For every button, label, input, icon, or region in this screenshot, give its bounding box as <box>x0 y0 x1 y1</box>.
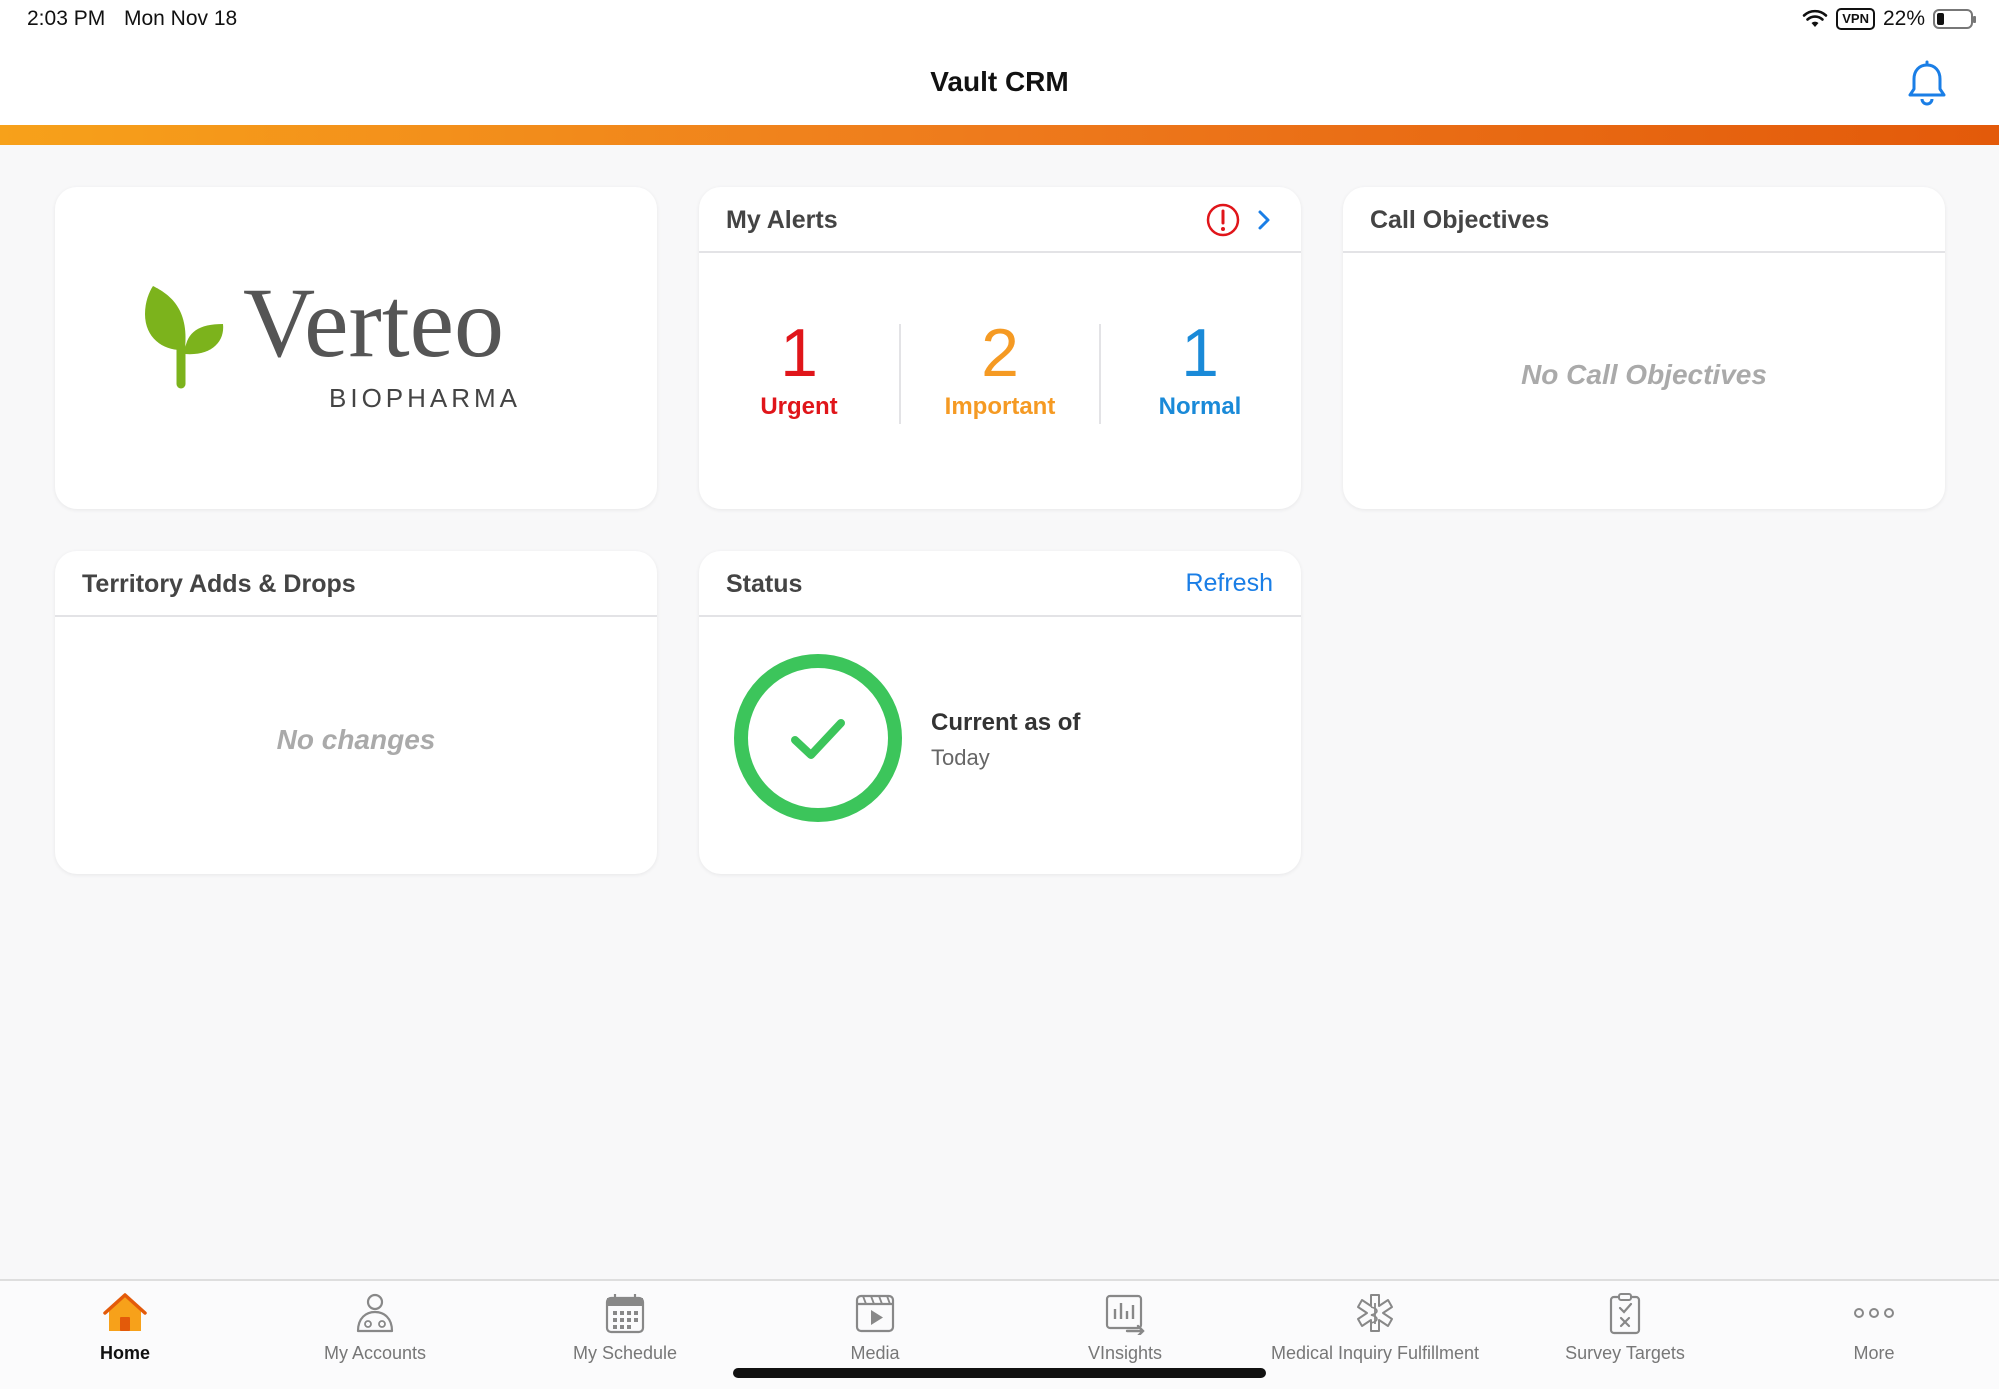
chevron-right-icon[interactable] <box>1254 205 1274 235</box>
tab-survey-targets[interactable]: Survey Targets <box>1500 1281 1750 1389</box>
status-date: Mon Nov 18 <box>124 7 238 30</box>
tab-medical-inquiry[interactable]: Medical Inquiry Fulfillment <box>1250 1281 1500 1389</box>
tab-label: Medical Inquiry Fulfillment <box>1270 1343 1480 1363</box>
battery-percent: 22% <box>1882 7 1925 30</box>
alert-exclamation-icon <box>1206 203 1240 237</box>
alert-normal[interactable]: 1 Normal <box>1100 317 1300 421</box>
alert-label: Normal <box>1158 393 1242 420</box>
call-objectives-header: Call Objectives <box>1343 187 1945 253</box>
alert-count: 1 <box>1181 315 1219 391</box>
alerts-title: My Alerts <box>726 206 838 234</box>
status-card: Status Refresh Current as of Today <box>699 551 1301 874</box>
status-title: Status <box>726 570 803 598</box>
territory-card: Territory Adds & Drops No changes <box>55 551 657 874</box>
tab-label: My Accounts <box>323 1343 427 1363</box>
alert-important[interactable]: 2 Important <box>900 317 1100 421</box>
tab-my-schedule[interactable]: My Schedule <box>500 1281 750 1389</box>
survey-icon <box>1609 1293 1641 1335</box>
calendar-icon <box>605 1294 645 1334</box>
app-title: Vault CRM <box>930 66 1069 97</box>
home-icon <box>103 1293 147 1331</box>
media-icon <box>855 1294 895 1333</box>
wifi-icon <box>1802 9 1828 27</box>
call-objectives-title: Call Objectives <box>1370 206 1550 234</box>
more-icon <box>1854 1308 1894 1318</box>
tab-home[interactable]: Home <box>0 1281 250 1389</box>
refresh-button[interactable]: Refresh <box>1185 569 1273 598</box>
alerts-header: My Alerts <box>699 187 1301 253</box>
alert-count: 1 <box>780 315 818 391</box>
brand-name: Verteo <box>243 267 504 378</box>
brand-tagline: BIOPHARMA <box>329 383 522 413</box>
tab-label: More <box>1853 1343 1895 1363</box>
call-objectives-empty: No Call Objectives <box>1521 359 1767 390</box>
bell-icon[interactable] <box>1905 60 1949 108</box>
alert-label: Urgent <box>760 393 838 420</box>
alert-count: 2 <box>981 315 1019 391</box>
leaf-icon <box>145 286 224 389</box>
territory-empty: No changes <box>276 724 436 755</box>
home-indicator[interactable] <box>733 1368 1266 1378</box>
battery-level <box>1937 13 1945 25</box>
status-current-value: Today <box>931 745 990 770</box>
battery-icon <box>1933 9 1976 29</box>
insights-icon <box>1105 1294 1145 1335</box>
tab-label: Media <box>850 1343 900 1363</box>
vpn-badge: VPN <box>1836 8 1875 30</box>
status-check-icon <box>734 654 902 822</box>
territory-header: Territory Adds & Drops <box>55 551 657 617</box>
tab-label: Survey Targets <box>1565 1343 1685 1363</box>
status-header: Status Refresh <box>699 551 1301 617</box>
tab-label: VInsights <box>1087 1343 1163 1363</box>
top-bar: 2:03 PM Mon Nov 18 VPN 22% Vault CRM <box>0 0 1999 125</box>
tab-more[interactable]: More <box>1749 1281 1999 1389</box>
status-indicators: VPN 22% <box>1802 7 1976 31</box>
status-current-label: Current as of <box>931 709 1081 736</box>
status-time: 2:03 PM <box>27 7 106 30</box>
territory-title: Territory Adds & Drops <box>82 570 356 598</box>
logo-card: Verteo BIOPHARMA <box>55 187 657 509</box>
tab-label: Home <box>99 1343 150 1363</box>
tab-my-accounts[interactable]: My Accounts <box>250 1281 500 1389</box>
alerts-card[interactable]: My Alerts 1 Urgent 2 Important 1 Normal <box>699 187 1301 509</box>
accent-bar <box>0 125 1999 145</box>
medical-icon <box>1357 1294 1393 1332</box>
tab-label: My Schedule <box>572 1343 678 1363</box>
alert-label: Important <box>944 393 1056 420</box>
accounts-icon <box>356 1293 394 1333</box>
call-objectives-card: Call Objectives No Call Objectives <box>1343 187 1945 509</box>
alert-urgent[interactable]: 1 Urgent <box>699 317 899 421</box>
